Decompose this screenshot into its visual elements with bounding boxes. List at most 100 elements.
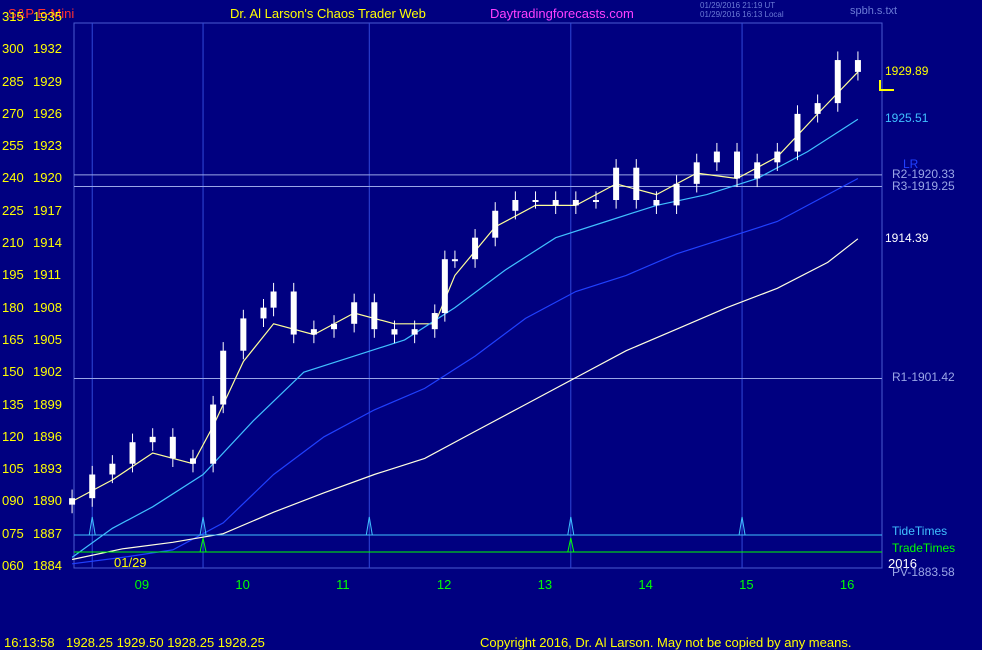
y-price-label: 1884 (33, 558, 62, 573)
ma-value-label: 1925.51 (885, 111, 929, 126)
y-left-label: 105 (2, 461, 24, 477)
y-left-label: 180 (2, 299, 24, 315)
level-label: R3-1919.25 (892, 178, 955, 193)
trade-times-label: TradeTimes (892, 541, 956, 555)
candle-body (290, 291, 297, 335)
y-left-label: 150 (2, 364, 24, 380)
candle-body (89, 474, 96, 499)
series-ma_blue (72, 177, 859, 565)
x-tick-label: 10 (235, 577, 250, 592)
chart-canvas (69, 22, 894, 569)
x-tick-label: 14 (638, 577, 653, 592)
x-tick-label: 15 (739, 577, 754, 592)
y-left-label: 210 (2, 235, 24, 251)
footer-ohlc: 1928.25 1929.50 1928.25 1928.25 (66, 635, 265, 650)
footer-copyright: Copyright 2016, Dr. Al Larson. May not b… (480, 635, 852, 650)
candle-body (532, 200, 539, 202)
y-price-label: 1911 (33, 267, 61, 283)
date-label: 01/29 (114, 555, 147, 570)
candle-body (441, 259, 448, 314)
y-left-label: 315 (2, 9, 24, 24)
ma-value-label: 1914.39 (885, 230, 929, 245)
candle-body (512, 200, 519, 211)
y-left-label: 090 (2, 493, 24, 509)
y-price-label: 1908 (33, 299, 62, 315)
candle-body (210, 404, 217, 464)
y-left-label: 270 (2, 105, 24, 121)
y-price-label: 1926 (33, 105, 62, 121)
candle-body (69, 498, 76, 505)
y-price-label: 1929 (33, 73, 62, 89)
y-price-label: 1917 (33, 202, 62, 218)
y-left-label: 240 (2, 170, 24, 186)
y-left-label: 300 (2, 41, 24, 57)
candle-body (109, 463, 116, 475)
candle-body (552, 200, 559, 206)
pivot-label: PV-1883.58 (892, 565, 955, 579)
y-price-label: 1935 (33, 9, 62, 24)
level-label: R1-1901.42 (892, 370, 955, 385)
spb-label: spbh.s.txt (850, 5, 898, 17)
y-price-label: 1890 (33, 493, 62, 509)
plot-frame (73, 22, 883, 569)
y-left-label: 120 (2, 428, 24, 444)
candle-body (492, 210, 499, 238)
x-tick-label: 12 (436, 577, 452, 592)
candle-body (270, 291, 277, 308)
candle-body (169, 436, 176, 459)
timestamp-utc: 01/29/2016 21:19 UT (700, 1, 776, 10)
timestamp-local: 01/29/2016 16:13 Local (700, 10, 784, 19)
y-price-label: 1932 (33, 41, 62, 57)
candle-body (331, 323, 338, 330)
y-left-label: 195 (2, 267, 24, 283)
y-price-label: 1893 (33, 461, 62, 477)
candle-body (189, 458, 196, 464)
x-tick-label: 16 (839, 577, 855, 592)
y-price-label: 1887 (33, 525, 62, 541)
candle-body (774, 151, 781, 163)
site-link[interactable]: Daytradingforecasts.com (490, 6, 634, 21)
ma-value-label: 1929.89 (885, 64, 929, 78)
candle-body (129, 442, 136, 464)
tide-times-label: TideTimes (892, 524, 948, 538)
y-price-label: 1905 (33, 331, 62, 347)
candle-body (240, 318, 247, 351)
y-price-label: 1920 (33, 170, 62, 186)
candle-body (734, 151, 741, 179)
candle-body (754, 162, 761, 179)
candle-body (472, 237, 479, 260)
y-left-label: 135 (2, 396, 24, 412)
y-price-label: 1923 (33, 138, 62, 154)
candle-body (371, 302, 378, 330)
y-left-label: 075 (2, 525, 24, 541)
candle-body (794, 113, 801, 152)
candle-body (613, 167, 620, 200)
candle-body (834, 60, 841, 104)
y-left-label: 255 (2, 138, 24, 154)
chart-title: Dr. Al Larson's Chaos Trader Web (230, 6, 426, 21)
x-tick-label: 13 (537, 577, 553, 592)
candle-body (391, 329, 398, 335)
candle-body (260, 307, 267, 319)
y-left-label: 225 (2, 202, 24, 218)
candle-body (814, 103, 821, 114)
candle-body (713, 151, 720, 163)
candle-body (572, 200, 579, 206)
y-price-label: 1902 (33, 364, 62, 380)
x-tick-label: 11 (336, 577, 350, 592)
candle-body (431, 313, 438, 330)
y-price-label: 1899 (33, 396, 62, 412)
footer-time: 16:13:58 (4, 635, 55, 650)
candle-body (310, 329, 317, 335)
y-left-label: 165 (2, 331, 24, 347)
candle-body (351, 302, 358, 324)
series-ma_white (71, 238, 859, 561)
y-left-label: 285 (2, 73, 24, 89)
y-price-label: 1914 (33, 235, 62, 251)
candle-body (592, 200, 599, 202)
x-tick-label: 09 (134, 577, 150, 592)
candle-body (633, 167, 640, 200)
candle-body (653, 200, 660, 206)
lr-label: LR (903, 157, 919, 171)
y-left-label: 060 (2, 558, 24, 573)
